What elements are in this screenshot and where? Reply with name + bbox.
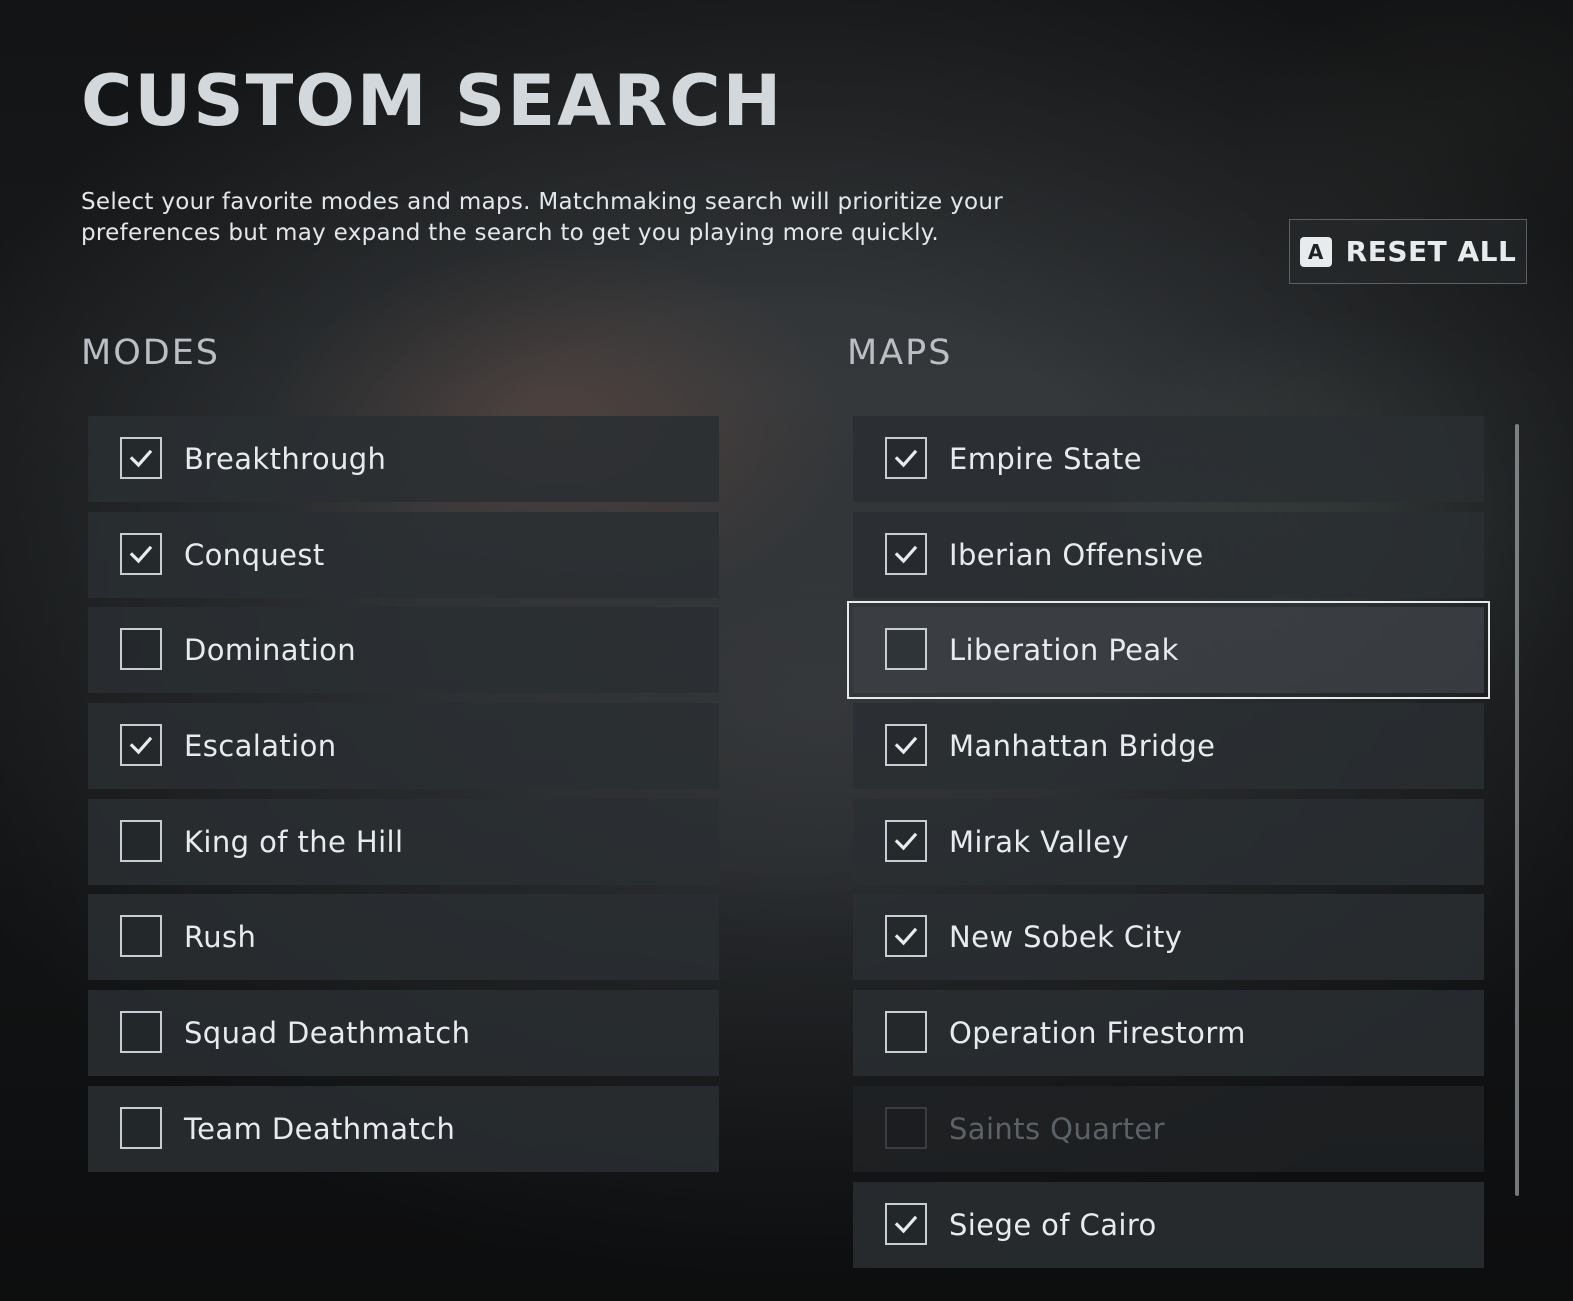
map-label: Manhattan Bridge: [949, 729, 1216, 764]
check-icon: [894, 545, 918, 564]
checkbox[interactable]: [885, 915, 927, 958]
maps-scrollbar[interactable]: [1515, 424, 1519, 1196]
checkbox[interactable]: [885, 819, 927, 862]
checkbox[interactable]: [885, 628, 927, 671]
mode-label: Domination: [184, 633, 357, 668]
check-icon: [894, 928, 918, 946]
mode-row-domination[interactable]: Domination: [88, 607, 719, 694]
checkbox[interactable]: [120, 819, 162, 862]
map-row-siege-of-cairo[interactable]: Siege of Cairo: [853, 1181, 1484, 1268]
check-icon: [894, 832, 918, 851]
maps-list: Empire State Iberian Offensive Liberatio…: [847, 416, 1490, 1277]
check-icon: [129, 736, 153, 755]
mode-label: Rush: [184, 920, 257, 955]
mode-row-conquest[interactable]: Conquest: [88, 511, 719, 598]
map-row-operation-firestorm[interactable]: Operation Firestorm: [853, 990, 1484, 1077]
map-label: Siege of Cairo: [949, 1207, 1157, 1242]
reset-all-button[interactable]: A RESET ALL: [1289, 219, 1527, 284]
map-label: Operation Firestorm: [949, 1016, 1246, 1051]
check-icon: [129, 449, 153, 468]
a-button-icon: A: [1299, 236, 1332, 267]
checkbox[interactable]: [120, 915, 162, 958]
checkbox[interactable]: [120, 437, 162, 479]
modes-list: Breakthrough Conquest Domination Escalat…: [88, 416, 719, 1182]
checkbox[interactable]: [885, 437, 927, 479]
map-label: Mirak Valley: [949, 824, 1130, 859]
modes-heading: MODES: [81, 333, 221, 373]
maps-heading: MAPS: [847, 333, 953, 373]
map-label: Saints Quarter: [949, 1111, 1165, 1146]
checkbox[interactable]: [885, 532, 927, 575]
mode-row-rush[interactable]: Rush: [88, 894, 719, 981]
page-title: CUSTOM SEARCH: [81, 60, 784, 142]
mode-label: Team Deathmatch: [184, 1111, 456, 1146]
map-label: New Sobek City: [949, 920, 1183, 955]
checkbox[interactable]: [885, 724, 927, 767]
check-icon: [894, 736, 918, 755]
map-row-liberation-peak[interactable]: Liberation Peak: [847, 601, 1490, 700]
map-label: Empire State: [949, 442, 1142, 476]
checkbox[interactable]: [120, 532, 162, 575]
check-icon: [129, 545, 153, 564]
page-description: Select your favorite modes and maps. Mat…: [81, 189, 1004, 246]
checkbox[interactable]: [885, 1011, 927, 1054]
map-row-empire-state[interactable]: Empire State: [853, 416, 1484, 502]
map-row-manhattan-bridge[interactable]: Manhattan Bridge: [853, 703, 1484, 790]
checkbox[interactable]: [120, 1106, 162, 1149]
mode-label: King of the Hill: [184, 824, 404, 859]
map-row-iberian-offensive[interactable]: Iberian Offensive: [853, 511, 1484, 598]
checkbox[interactable]: [120, 1011, 162, 1054]
mode-row-squad-deathmatch[interactable]: Squad Deathmatch: [88, 990, 719, 1077]
map-row-mirak-valley[interactable]: Mirak Valley: [853, 798, 1484, 885]
mode-row-escalation[interactable]: Escalation: [88, 703, 719, 790]
checkbox: [885, 1106, 927, 1149]
checkbox[interactable]: [120, 628, 162, 671]
map-label: Liberation Peak: [949, 633, 1179, 668]
check-icon: [894, 1215, 918, 1233]
map-row-saints-quarter: Saints Quarter: [853, 1085, 1484, 1172]
map-row-new-sobek-city[interactable]: New Sobek City: [853, 894, 1484, 981]
mode-label: Conquest: [184, 537, 325, 572]
check-icon: [894, 449, 918, 468]
mode-row-breakthrough[interactable]: Breakthrough: [88, 416, 719, 502]
mode-row-team-deathmatch[interactable]: Team Deathmatch: [88, 1085, 719, 1172]
mode-label: Squad Deathmatch: [184, 1016, 471, 1051]
mode-label: Escalation: [184, 729, 337, 764]
mode-label: Breakthrough: [184, 442, 387, 476]
map-label: Iberian Offensive: [949, 537, 1204, 572]
checkbox[interactable]: [885, 1202, 927, 1245]
mode-row-king-of-the-hill[interactable]: King of the Hill: [88, 798, 719, 885]
checkbox[interactable]: [120, 724, 162, 767]
reset-all-label: RESET ALL: [1345, 235, 1517, 268]
